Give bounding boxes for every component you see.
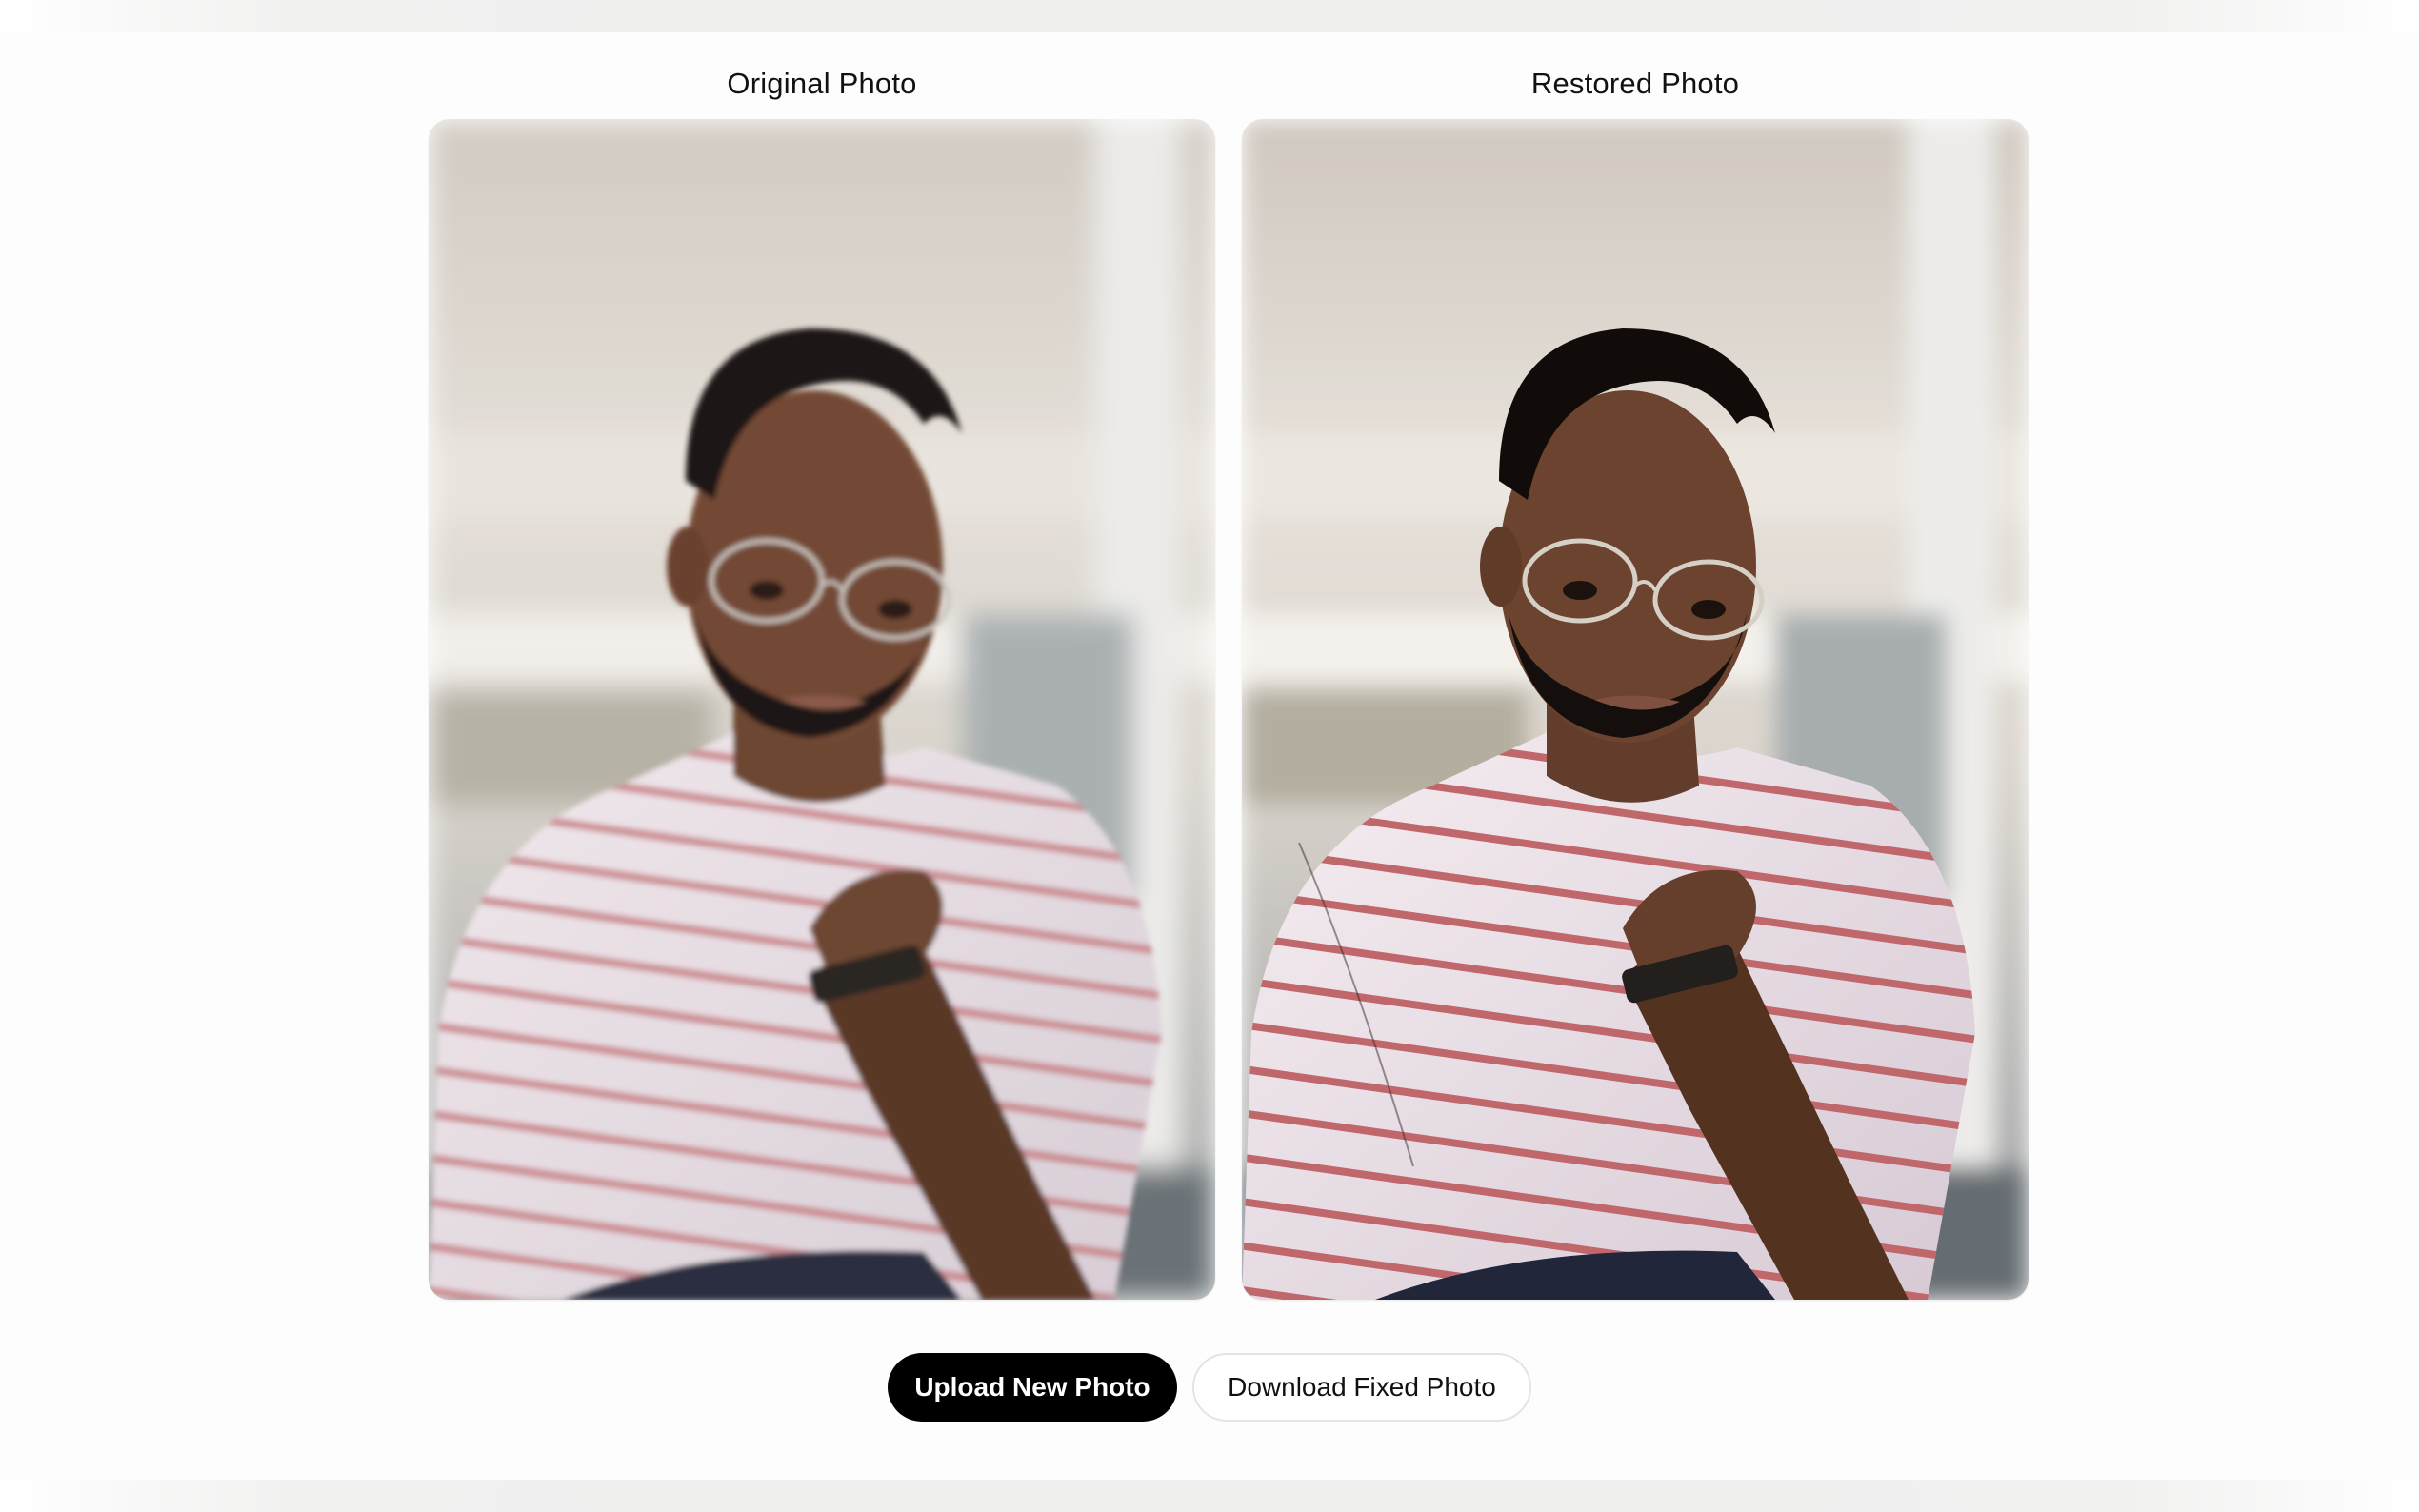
upload-new-photo-button[interactable]: Upload New Photo <box>888 1353 1177 1422</box>
app-page: Original Photo Restored Photo Upload New… <box>0 0 2419 1512</box>
action-bar: Upload New Photo Download Fixed Photo <box>0 1353 2419 1422</box>
restored-photo <box>1242 119 2029 1300</box>
original-photo-title: Original Photo <box>727 67 917 100</box>
portrait-photo-restored <box>1242 119 2029 1300</box>
top-edge-shadow <box>0 0 2419 32</box>
portrait-photo-original <box>429 119 1215 1300</box>
download-fixed-photo-button[interactable]: Download Fixed Photo <box>1192 1353 1531 1422</box>
bottom-edge-shadow <box>0 1480 2419 1512</box>
restored-photo-title: Restored Photo <box>1530 67 1740 100</box>
original-photo <box>429 119 1215 1300</box>
